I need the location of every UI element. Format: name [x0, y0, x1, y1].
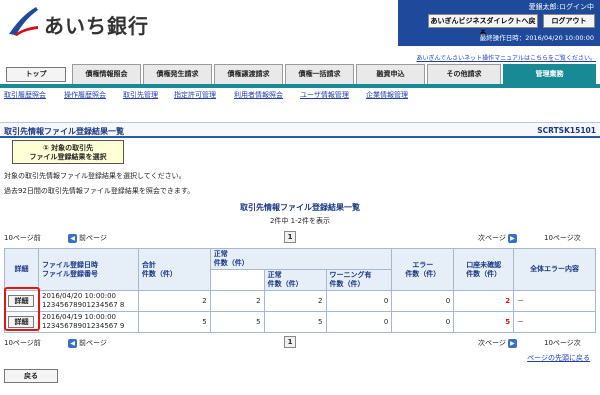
bank-name: あいち銀行	[44, 14, 149, 38]
bank-logo-icon	[9, 7, 38, 36]
screen-id: SCRTSK15101	[537, 126, 596, 135]
user-panel: 愛銀太郎:ログイン中 あいぎんビジネスダイレクトへ戻る ログアウト 最終操作日時…	[398, 0, 600, 46]
list-title: 取引先情報ファイル登録結果一覧	[240, 203, 360, 212]
pager-next10-link[interactable]: 10ページ次	[544, 338, 581, 348]
col-header-warning: ワーニング有 件数（件）	[325, 269, 393, 291]
tab-claim-inquiry[interactable]: 債権情報照会	[72, 64, 141, 84]
col-header-file-number: ファイル登録番号	[41, 269, 98, 278]
pager-next-label: 次ページ	[478, 234, 506, 242]
col-header-unconfirmed: 口座未確認 件数（件）	[453, 248, 515, 291]
normal-count: 5	[209, 311, 265, 333]
pager-prev10-link[interactable]: 10ページ前	[4, 338, 41, 348]
page-title-bar: 取引先情報ファイル登録結果一覧 SCRTSK15101	[0, 122, 600, 138]
step-indicator: ① 対象の取引先 ファイル登録結果を選択	[12, 140, 124, 164]
tab-financing[interactable]: 融資申込	[356, 64, 425, 84]
step-line-1: ① 対象の取引先	[42, 144, 94, 152]
user-name: 愛銀太郎:ログイン中	[528, 3, 594, 11]
file-number: 12345678901234567 9	[41, 322, 125, 330]
pager-prev-label: 前ページ	[79, 339, 107, 347]
tab-top[interactable]: トップ	[6, 67, 66, 82]
pager-prev-link[interactable]: ◀ 前ページ	[68, 233, 107, 243]
all-error-content: －	[513, 290, 596, 312]
result-count: 2件中 1-2件を表示	[269, 217, 331, 225]
step-line-2: ファイル登録結果を選択	[29, 153, 107, 161]
warning-count: 0	[325, 311, 393, 333]
col-header-total: 合計 件数（件）	[137, 248, 211, 291]
pager-page-number[interactable]: 1	[284, 231, 296, 243]
file-date: 2016/04/20 10:00:00	[41, 292, 116, 300]
col-header-normal-blank	[209, 269, 265, 291]
manual-link[interactable]: あいぎんでんさいネット操作マニュアルはこちらをご覧ください。	[416, 53, 596, 62]
col-header-normal-sub: 正常 件数（件）	[263, 269, 327, 291]
total-count: 2	[137, 290, 211, 312]
normal-sub-count: 5	[263, 311, 327, 333]
table-row: 詳細 2016/04/19 10:00:00 12345678901234567…	[4, 311, 596, 333]
file-date: 2016/04/19 10:00:00	[41, 313, 116, 321]
pager-next-link[interactable]: 次ページ ▶	[478, 233, 517, 243]
instruction-period-text: 過去92日間の取引先情報ファイル登録結果を照会できます。	[4, 187, 195, 195]
error-count: 0	[391, 311, 455, 333]
subnav-partner-management[interactable]: 取引先管理	[123, 90, 158, 100]
pager-prev-label: 前ページ	[79, 234, 107, 242]
col-header-detail: 詳細	[4, 248, 39, 291]
last-login-time: 最終操作日時：2016/04/20 10:00:00	[479, 34, 594, 42]
col-header-file-date: ファイル登録日時	[41, 260, 98, 269]
right-arrow-icon: ▶	[507, 233, 517, 243]
warning-count: 0	[325, 290, 393, 312]
unconfirmed-count: 5	[453, 311, 515, 333]
left-arrow-icon: ◀	[68, 233, 77, 243]
tab-claim-issue[interactable]: 債権発生請求	[143, 64, 212, 84]
pager-page-number[interactable]: 1	[284, 336, 296, 348]
left-arrow-icon: ◀	[68, 338, 77, 348]
results-table: 詳細 ファイル登録日時 ファイル登録番号 合計 件数（件） 正常 件数（件） エ…	[4, 248, 596, 333]
total-count: 5	[137, 311, 211, 333]
pager-next-label: 次ページ	[478, 339, 506, 347]
normal-count: 2	[209, 290, 265, 312]
subnav-user-management[interactable]: ユーザ情報管理	[300, 90, 349, 100]
col-header-all-error: 全体エラー内容	[513, 248, 596, 291]
pager-next10-link[interactable]: 10ページ次	[544, 233, 581, 243]
subnav-company-management[interactable]: 企業情報管理	[366, 90, 408, 100]
portal-return-button[interactable]: あいぎんビジネスダイレクトへ戻る	[428, 14, 538, 37]
all-error-content: －	[513, 311, 596, 333]
back-to-top-link[interactable]: ページの先頭に戻る	[527, 353, 590, 363]
col-header-normal: 正常 件数（件）	[209, 248, 393, 270]
file-info-cell: 2016/04/20 10:00:00 12345678901234567 8	[37, 290, 139, 312]
instruction-text: 対象の取引先情報ファイル登録結果を選択してください。	[4, 172, 186, 180]
pager-prev10-link[interactable]: 10ページ前	[4, 233, 41, 243]
pager-next-link[interactable]: 次ページ ▶	[478, 338, 517, 348]
col-header-error: エラー 件数（件）	[391, 248, 455, 291]
tab-claim-batch[interactable]: 債権一括請求	[285, 64, 354, 84]
table-row: 詳細 2016/04/20 10:00:00 12345678901234567…	[4, 290, 596, 312]
sub-navigation: 取引履歴照会 操作履歴照会 取引先管理 指定許可管理 利用者情報照会 ユーザ情報…	[0, 88, 600, 104]
header: あいち銀行 愛銀太郎:ログイン中 あいぎんビジネスダイレクトへ戻る ログアウト …	[0, 0, 600, 52]
error-count: 0	[391, 290, 455, 312]
unconfirmed-count: 2	[453, 290, 515, 312]
file-number: 12345678901234567 8	[41, 301, 125, 309]
detail-highlight-annotation	[4, 287, 40, 331]
pager-top: 10ページ前 ◀ 前ページ 1 次ページ ▶ 10ページ次	[0, 231, 600, 245]
normal-sub-count: 2	[263, 290, 327, 312]
file-info-cell: 2016/04/19 10:00:00 12345678901234567 9	[37, 311, 139, 333]
main-tabs: トップ 債権情報照会 債権発生請求 債権譲渡請求 債権一括請求 融資申込 その他…	[0, 62, 600, 88]
subnav-permission-management[interactable]: 指定許可管理	[174, 90, 216, 100]
right-arrow-icon: ▶	[507, 338, 517, 348]
subnav-operation-history[interactable]: 操作履歴照会	[64, 90, 106, 100]
pager-bottom: 10ページ前 ◀ 前ページ 1 次ページ ▶ 10ページ次	[0, 336, 600, 350]
pager-prev-link[interactable]: ◀ 前ページ	[68, 338, 107, 348]
tab-other-requests[interactable]: その他請求	[427, 64, 501, 84]
subnav-user-info-inquiry[interactable]: 利用者情報照会	[234, 90, 283, 100]
tab-claim-transfer[interactable]: 債権譲渡請求	[214, 64, 283, 84]
back-button[interactable]: 戻る	[4, 369, 58, 383]
col-header-file-registration: ファイル登録日時 ファイル登録番号	[37, 248, 139, 291]
page-title: 取引先情報ファイル登録結果一覧	[4, 127, 124, 136]
bank-logo: あいち銀行	[6, 4, 176, 40]
logout-button[interactable]: ログアウト	[543, 14, 595, 28]
subnav-transaction-history[interactable]: 取引履歴照会	[4, 90, 46, 100]
tab-admin[interactable]: 管理業務	[503, 64, 596, 84]
